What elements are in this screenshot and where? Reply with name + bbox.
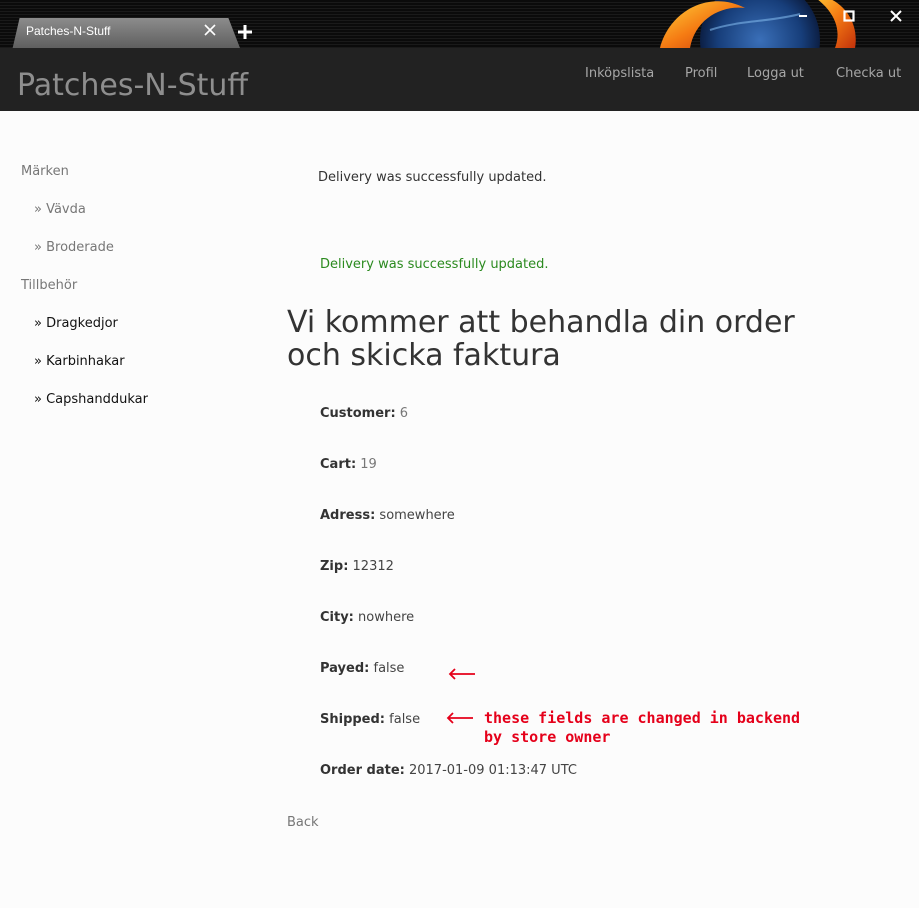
order-field-shipped: Shipped: false (320, 712, 420, 727)
nav-link-profile[interactable]: Profil (685, 66, 717, 81)
new-tab-icon[interactable] (236, 23, 254, 41)
close-window-icon[interactable] (888, 8, 904, 24)
site-brand[interactable]: Patches-N-Stuff (17, 68, 248, 103)
field-value: 19 (360, 457, 377, 472)
order-field-city: City: nowhere (320, 610, 414, 625)
close-tab-icon[interactable] (203, 23, 217, 37)
sidebar-item-embroidered[interactable]: » Broderade (34, 240, 114, 255)
field-value: false (373, 661, 405, 676)
field-label: Cart: (320, 457, 357, 472)
browser-tab-bar: Patches-N-Stuff (0, 0, 919, 48)
nav-link-shopping-list[interactable]: Inköpslista (585, 66, 654, 81)
field-label: Adress: (320, 508, 376, 523)
firefox-logo-icon (660, 0, 856, 48)
sidebar-heading-brands: Märken (21, 164, 69, 179)
browser-tab-title: Patches-N-Stuff (26, 24, 111, 38)
annotation-arrow-icon (448, 668, 475, 680)
field-value: 6 (399, 406, 409, 421)
field-label: Order date: (320, 763, 405, 778)
minimize-icon[interactable] (795, 8, 811, 24)
sidebar-item-zippers[interactable]: » Dragkedjor (34, 316, 118, 331)
annotation-line: by store owner (484, 728, 611, 746)
order-field-order-date: Order date: 2017-01-09 01:13:47 UTC (320, 763, 577, 778)
nav-link-logout[interactable]: Logga ut (747, 66, 804, 81)
page-title: Vi kommer att behandla din order och ski… (287, 305, 795, 373)
site-navbar: Patches-N-Stuff Inköpslista Profil Logga… (0, 48, 919, 111)
field-value: false (389, 712, 421, 727)
maximize-icon[interactable] (841, 8, 857, 24)
flash-notice: Delivery was successfully updated. (318, 170, 547, 185)
order-field-payed: Payed: false (320, 661, 404, 676)
annotation-arrow-icon (446, 712, 473, 724)
field-label: Customer: (320, 406, 396, 421)
success-notice: Delivery was successfully updated. (320, 257, 549, 272)
sidebar-item-cap-towels[interactable]: » Capshanddukar (34, 392, 148, 407)
sidebar-heading-accessories: Tillbehör (21, 278, 78, 293)
order-field-address: Adress: somewhere (320, 508, 455, 523)
order-field-cart: Cart: 19 (320, 457, 377, 472)
field-label: Zip: (320, 559, 349, 574)
order-field-zip: Zip: 12312 (320, 559, 394, 574)
annotation-note: these fields are changed in backend by s… (484, 709, 844, 747)
nav-link-checkout[interactable]: Checka ut (836, 66, 901, 81)
order-field-customer: Customer: 6 (320, 406, 408, 421)
field-value: 12312 (352, 559, 394, 574)
annotation-line: these fields are changed in backend (484, 709, 801, 727)
field-label: Payed: (320, 661, 370, 676)
sidebar-item-carabiners[interactable]: » Karbinhakar (34, 354, 125, 369)
field-label: City: (320, 610, 354, 625)
back-link[interactable]: Back (287, 815, 319, 830)
field-value: 2017-01-09 01:13:47 UTC (408, 763, 577, 778)
field-label: Shipped: (320, 712, 386, 727)
field-value: nowhere (358, 610, 415, 625)
field-value: somewhere (379, 508, 455, 523)
sidebar-item-woven[interactable]: » Vävda (34, 202, 86, 217)
